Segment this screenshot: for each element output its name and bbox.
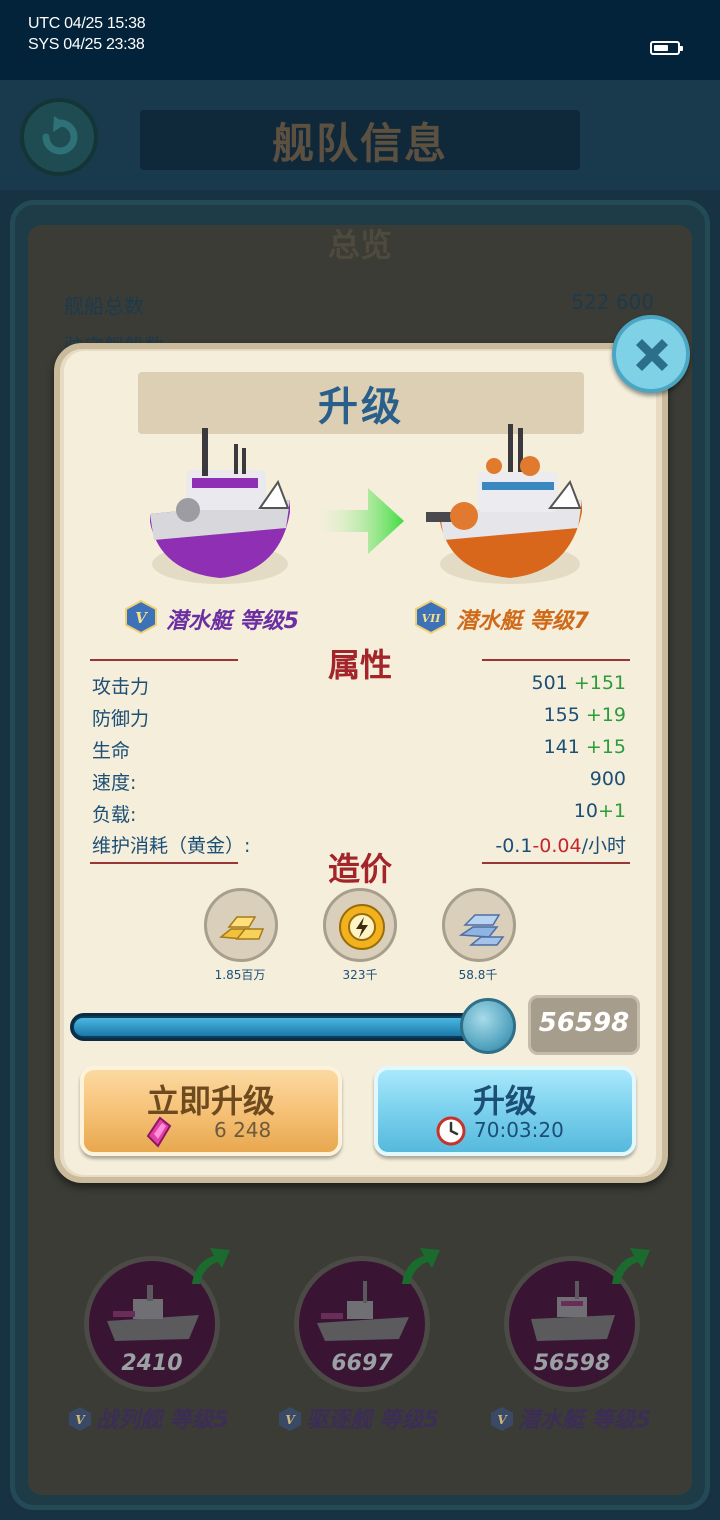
stat-label: 攻击力 <box>92 676 150 698</box>
cost-energy <box>323 888 397 962</box>
current-ship-image <box>150 428 290 584</box>
upgrade-time: 70:03:20 <box>474 1118 564 1142</box>
upgraded-ship-name: VII 潜水艇 等级7 <box>414 600 589 635</box>
quantity-slider-fill <box>74 1018 489 1036</box>
back-arrow-icon <box>42 116 78 155</box>
rank-badge-icon: V <box>491 1407 513 1431</box>
cost-gold <box>204 888 278 962</box>
cost-energy-amount: 323千 <box>342 968 378 982</box>
stat-value: 155 +19 <box>543 704 626 726</box>
stat-value: 501 +151 <box>531 672 627 694</box>
close-button[interactable] <box>612 315 690 393</box>
gem-icon <box>146 1116 172 1148</box>
upgrade-available-icon <box>612 1248 650 1284</box>
current-ship-name: V 潜水艇 等级5 <box>124 600 299 635</box>
stat-label: 生命 <box>92 740 131 762</box>
quantity-value: 56598 <box>538 1008 630 1038</box>
svg-text:VII: VII <box>422 612 442 625</box>
upgrade-label: 升级 <box>472 1082 537 1120</box>
gold-bars-icon <box>219 916 265 940</box>
sys-time: SYS 04/25 23:38 <box>28 36 145 53</box>
upgrade-button[interactable]: 升级 70:03:20 <box>374 1066 636 1156</box>
stat-label: 速度: <box>92 772 137 794</box>
submarine-icon <box>531 1281 615 1341</box>
destroyer-icon <box>317 1281 409 1341</box>
cost-title: 造价 <box>327 850 392 888</box>
overview-row-value: 522 600 <box>571 290 654 314</box>
fleet-label: V 战列舰 等级5 <box>68 1402 229 1434</box>
upgrade-arrow-icon <box>316 488 404 554</box>
stat-value: 10+1 <box>573 800 626 822</box>
stat-label: 防御力 <box>92 708 150 730</box>
cost-gold-amount: 1.85百万 <box>214 968 266 982</box>
header: 舰队信息 <box>0 80 720 190</box>
instant-upgrade-button[interactable]: 立即升级 6 248 <box>80 1066 342 1156</box>
steel-ingot-icon <box>458 914 505 946</box>
battleship-icon <box>107 1285 199 1341</box>
instant-upgrade-price: 6 248 <box>214 1118 272 1142</box>
utc-time: UTC 04/25 15:38 <box>28 15 146 32</box>
upgrade-available-icon <box>192 1248 230 1284</box>
fleet-label: V 驱逐舰 等级5 <box>278 1402 439 1434</box>
clock-icon <box>436 1116 466 1146</box>
stat-value: 141 +15 <box>543 736 626 758</box>
quantity-slider-thumb[interactable] <box>460 998 516 1054</box>
fleet-count: 2410 <box>121 1351 183 1376</box>
svg-text:V: V <box>135 609 148 627</box>
energy-gear-icon <box>339 904 385 950</box>
close-icon <box>636 339 668 371</box>
upgraded-ship-image <box>426 424 582 584</box>
upgrade-available-icon <box>402 1248 440 1284</box>
stat-label: 负载: <box>92 804 137 826</box>
fleet-count: 56598 <box>533 1351 611 1376</box>
fleet-label: V 潜水艇 等级5 <box>490 1402 651 1434</box>
cost-steel <box>442 888 516 962</box>
instant-upgrade-label: 立即升级 <box>146 1082 275 1120</box>
battery-icon <box>650 41 683 55</box>
rank-badge-icon: V <box>279 1407 301 1431</box>
cost-steel-amount: 58.8千 <box>458 968 498 982</box>
back-button[interactable] <box>20 98 98 176</box>
overview-title: 总览 <box>327 226 392 264</box>
fleet-count: 6697 <box>331 1351 393 1376</box>
status-bar: UTC 04/25 15:38 SYS 04/25 23:38 <box>0 0 720 80</box>
rank-badge-v-icon: V <box>125 600 157 634</box>
overview-row-label: 舰船总数 <box>64 294 144 318</box>
stat-value: 900 <box>589 768 626 790</box>
rank-badge-icon: V <box>69 1407 91 1431</box>
rank-badge-vii-icon: VII <box>415 600 447 634</box>
page-title: 舰队信息 <box>271 119 448 168</box>
